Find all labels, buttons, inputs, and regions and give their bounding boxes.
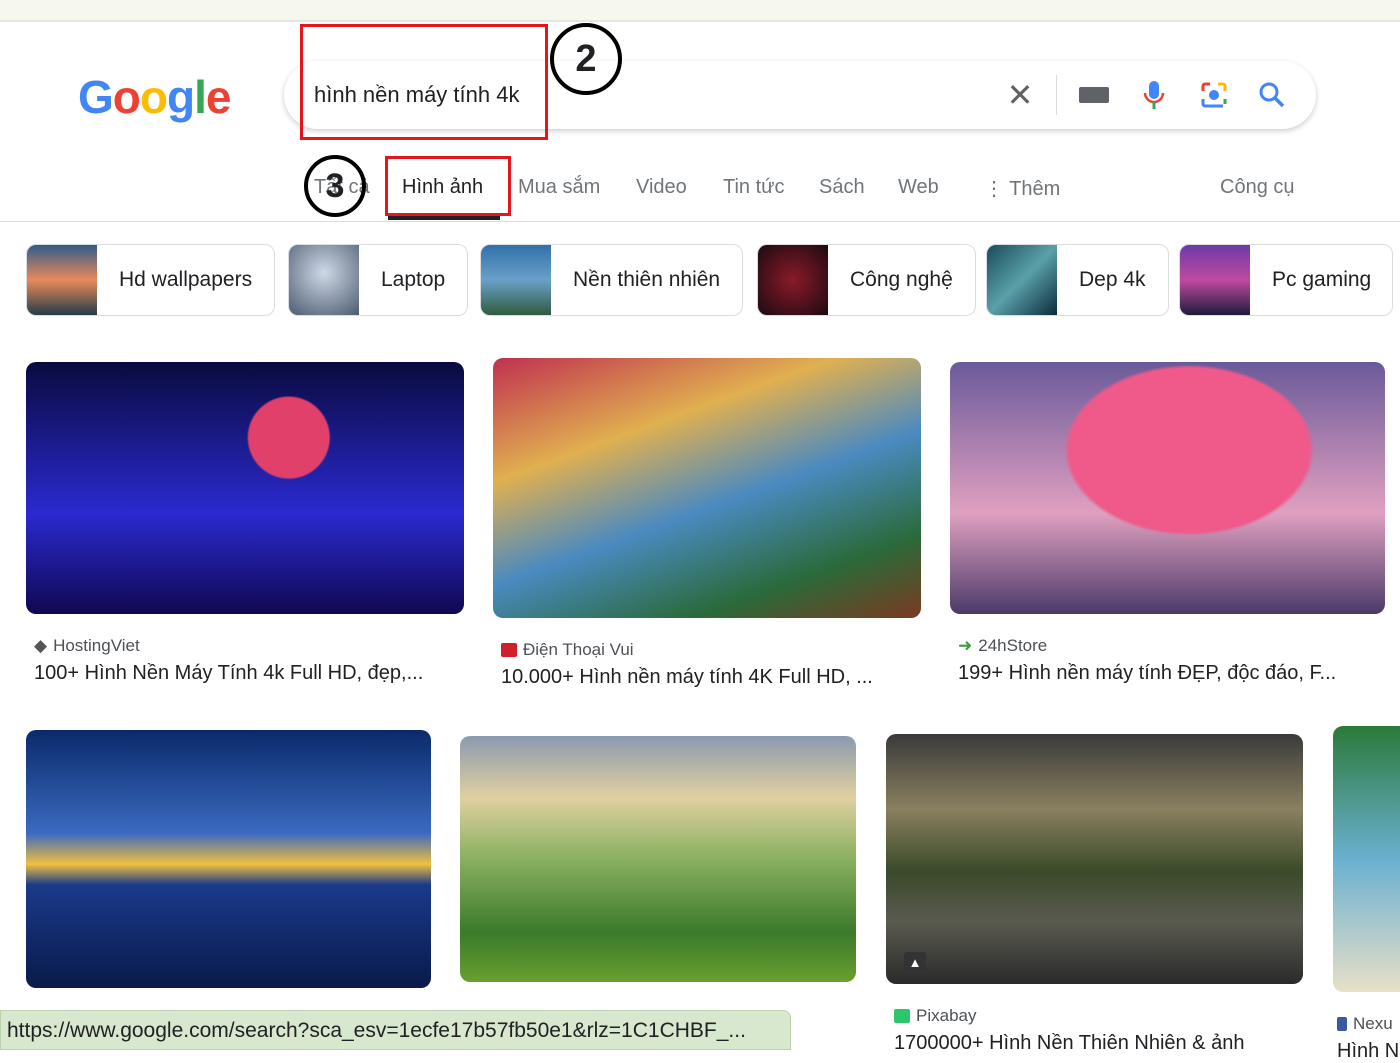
chip-label: Dep 4k	[1079, 268, 1146, 291]
close-icon[interactable]: ✕	[1002, 77, 1038, 113]
result-source: Nexu	[1353, 1014, 1393, 1033]
result-title[interactable]: 100+ Hình Nền Máy Tính 4k Full HD, đẹp,.…	[26, 662, 464, 685]
result-title[interactable]: 1700000+ Hình Nền Thiên Nhiên & ảnh	[886, 1032, 1303, 1055]
result-image[interactable]	[950, 362, 1385, 614]
annotation-box-images-tab	[385, 156, 511, 216]
result-card[interactable]: ◆ HostingViet 100+ Hình Nền Máy Tính 4k F…	[26, 362, 464, 685]
lens-icon[interactable]	[1196, 77, 1232, 113]
result-source: 24hStore	[978, 636, 1048, 655]
result-image[interactable]	[26, 730, 431, 988]
result-image[interactable]: ▲	[886, 734, 1303, 984]
chip-label: Công nghệ	[850, 268, 953, 291]
chip-label: Laptop	[381, 268, 446, 291]
chip-label: Nền thiên nhiên	[573, 268, 721, 291]
result-image[interactable]	[1333, 726, 1400, 992]
result-source: Điện Thoại Vui	[523, 640, 634, 659]
search-icon[interactable]	[1254, 77, 1290, 113]
result-card[interactable]: Điện Thoại Vui 10.000+ Hình nền máy tính…	[493, 358, 921, 689]
google-logo[interactable]: Google	[78, 70, 231, 124]
result-title[interactable]: Hình N	[1333, 1040, 1400, 1063]
result-card[interactable]: ➜ 24hStore 199+ Hình nền máy tính ĐẸP, độ…	[950, 362, 1385, 685]
chip-technology[interactable]: Công nghệ	[757, 244, 976, 316]
result-source: HostingViet	[53, 636, 140, 655]
chip-thumbnail	[1180, 245, 1250, 315]
source-favicon-icon	[894, 1009, 910, 1023]
result-image[interactable]	[26, 362, 464, 614]
chip-dep-4k[interactable]: Dep 4k	[986, 244, 1169, 316]
chip-thumbnail	[289, 245, 359, 315]
chip-pc-gaming[interactable]: Pc gaming	[1179, 244, 1393, 316]
source-favicon-icon	[501, 643, 517, 657]
source-favicon-icon: ◆	[34, 636, 48, 655]
result-title[interactable]: 199+ Hình nền máy tính ĐẸP, độc đáo, F..…	[950, 662, 1385, 685]
divider	[1056, 75, 1057, 115]
chip-thumbnail	[758, 245, 828, 315]
tab-books[interactable]: Sách	[819, 176, 865, 199]
tab-shopping[interactable]: Mua sắm	[518, 176, 600, 199]
tab-more-label: Thêm	[1009, 178, 1061, 200]
source-favicon-icon	[1337, 1017, 1347, 1031]
tab-video[interactable]: Video	[636, 176, 687, 199]
annotation-box-search	[300, 24, 548, 140]
more-vert-icon: ⋮	[984, 178, 1010, 200]
result-image[interactable]	[460, 736, 856, 982]
tab-more[interactable]: ⋮ Thêm	[984, 176, 1060, 201]
result-card[interactable]	[460, 736, 856, 982]
result-card[interactable]	[26, 730, 431, 988]
chip-label: Pc gaming	[1272, 268, 1372, 291]
chip-thumbnail	[27, 245, 97, 315]
keyboard-icon[interactable]	[1076, 77, 1112, 113]
chip-thumbnail	[481, 245, 551, 315]
chip-label: Hd wallpapers	[119, 268, 253, 291]
tools-button[interactable]: Công cụ	[1220, 176, 1295, 199]
link-status-bar: https://www.google.com/search?sca_esv=1e…	[0, 1010, 791, 1050]
result-card[interactable]: ▲ Pixabay 1700000+ Hình Nền Thiên Nhiên …	[886, 734, 1303, 1055]
mic-icon[interactable]	[1136, 77, 1172, 113]
image-badge-icon: ▲	[904, 952, 926, 974]
annotation-step-3: 3	[304, 155, 366, 217]
tab-news[interactable]: Tin tức	[723, 176, 785, 199]
chip-hd-wallpapers[interactable]: Hd wallpapers	[26, 244, 276, 316]
browser-top-strip	[0, 0, 1400, 22]
chip-laptop[interactable]: Laptop	[288, 244, 469, 316]
search-tabs: Tất cả Hình ảnh Mua sắm Video Tin tức Sá…	[0, 160, 1400, 222]
result-card[interactable]: Nexu Hình N	[1333, 726, 1400, 1063]
result-source: Pixabay	[916, 1006, 977, 1025]
source-favicon-icon: ➜	[958, 636, 973, 655]
result-image[interactable]	[493, 358, 921, 618]
tab-web[interactable]: Web	[898, 176, 939, 199]
chip-thumbnail	[987, 245, 1057, 315]
chip-nature[interactable]: Nền thiên nhiên	[480, 244, 744, 316]
active-tab-indicator	[388, 216, 500, 220]
annotation-step-2: 2	[550, 23, 622, 95]
result-title[interactable]: 10.000+ Hình nền máy tính 4K Full HD, ..…	[493, 666, 921, 689]
